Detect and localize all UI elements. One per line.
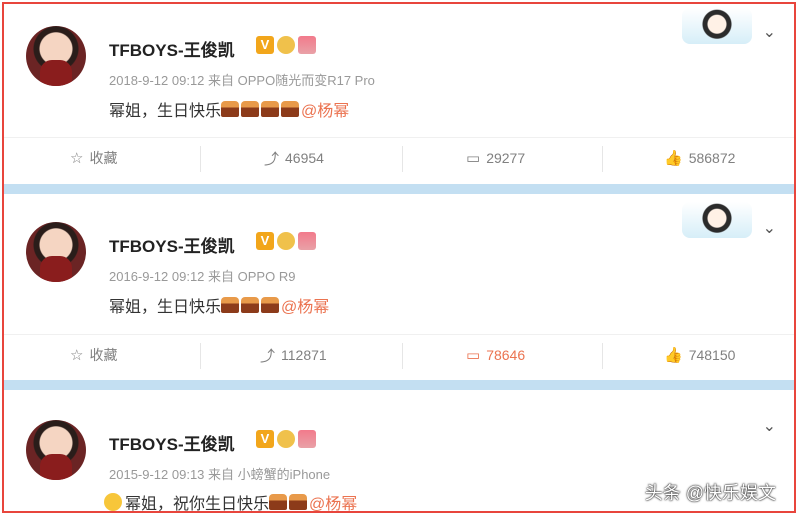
chevron-down-icon[interactable]: ⌄ xyxy=(763,22,776,42)
mention-link[interactable]: @杨幂 xyxy=(309,490,357,511)
cake-icon xyxy=(261,101,280,117)
comment-button[interactable]: ▭ 78646 xyxy=(466,335,525,375)
favorite-button[interactable]: ☆ 收藏 xyxy=(70,138,117,178)
crown-icon xyxy=(277,232,295,250)
comment-count: 29277 xyxy=(486,150,526,166)
post-text: 幂姐，生日快乐 @杨幂 xyxy=(109,293,329,317)
post-meta: 2016-9-12 09:12 来自 OPPO R9 xyxy=(109,269,296,284)
like-button[interactable]: 👍 586872 xyxy=(664,138,735,178)
cake-icon xyxy=(289,494,308,510)
comment-icon: ▭ xyxy=(466,347,481,364)
repost-button[interactable]: ⤴ 112871 xyxy=(260,335,327,375)
like-count: 586872 xyxy=(688,150,736,166)
comment-icon: ▭ xyxy=(466,150,481,167)
divider xyxy=(200,146,201,172)
star-icon: ☆ xyxy=(70,347,84,364)
member-level-icon xyxy=(298,232,316,250)
repost-count: 46954 xyxy=(285,150,324,166)
repost-button[interactable]: ⤴ 46954 xyxy=(264,138,324,178)
cake-icon xyxy=(281,101,300,117)
verified-icon: V xyxy=(256,36,274,54)
action-bar: ☆ 收藏 ⤴ 46954 ▭ 29277 👍 586872 xyxy=(4,137,794,178)
divider xyxy=(200,343,201,369)
verified-icon: V xyxy=(256,232,274,250)
like-icon: 👍 xyxy=(664,347,683,364)
cake-icon xyxy=(269,494,288,510)
post-text-content: 幂姐，生日快乐 xyxy=(109,103,222,120)
author-badges: V xyxy=(256,36,316,54)
post-text: 幂姐，祝你生日快乐 @杨幂 xyxy=(104,490,357,513)
favorite-label: 收藏 xyxy=(89,347,118,363)
weibo-post: TFBOYS-王俊凯 V ⌄ 2018-9-12 09:12 来自 OPPO随光… xyxy=(4,4,794,184)
verified-icon: V xyxy=(256,430,274,448)
avatar[interactable] xyxy=(26,222,86,282)
star-icon: ☆ xyxy=(70,150,84,167)
author-badges: V xyxy=(256,430,316,448)
card-decoration xyxy=(682,8,752,44)
crown-icon xyxy=(277,36,295,54)
member-level-icon xyxy=(298,36,316,54)
divider xyxy=(602,343,603,369)
post-text-content: 幂姐，生日快乐 xyxy=(109,299,222,316)
post-separator xyxy=(4,184,794,194)
screenshot-frame: TFBOYS-王俊凯 V ⌄ 2018-9-12 09:12 来自 OPPO随光… xyxy=(2,2,796,513)
post-meta: 2018-9-12 09:12 来自 OPPO随光而变R17 Pro xyxy=(109,73,375,88)
post-meta: 2015-9-12 09:13 来自 小螃蟹的iPhone xyxy=(109,467,331,482)
member-level-icon xyxy=(298,430,316,448)
cake-icon xyxy=(241,297,260,313)
mention-link[interactable]: @杨幂 xyxy=(301,97,349,121)
repost-icon: ⤴ xyxy=(260,347,276,365)
author-badges: V xyxy=(256,232,316,250)
repost-count: 112871 xyxy=(281,347,327,363)
chevron-down-icon[interactable]: ⌄ xyxy=(763,416,776,436)
author-name[interactable]: TFBOYS-王俊凯 xyxy=(109,232,235,257)
cake-icon xyxy=(261,297,280,313)
watermark-text: 头条 @快乐娱文 xyxy=(644,483,776,503)
divider xyxy=(402,146,403,172)
mention-link[interactable]: @杨幂 xyxy=(281,293,329,317)
favorite-button[interactable]: ☆ 收藏 xyxy=(70,335,117,375)
cake-icon xyxy=(221,297,240,313)
comment-button[interactable]: ▭ 29277 xyxy=(466,138,525,178)
divider xyxy=(402,343,403,369)
tongue-face-icon xyxy=(104,493,122,511)
avatar[interactable] xyxy=(26,420,86,480)
comment-count: 78646 xyxy=(486,347,526,363)
post-separator xyxy=(4,380,794,390)
like-icon: 👍 xyxy=(664,150,683,167)
cake-icon xyxy=(221,101,240,117)
author-name[interactable]: TFBOYS-王俊凯 xyxy=(109,430,235,455)
post-text: 幂姐，生日快乐 @杨幂 xyxy=(109,97,349,121)
chevron-down-icon[interactable]: ⌄ xyxy=(763,218,776,238)
post-text-content: 幂姐，祝你生日快乐 xyxy=(125,496,270,513)
card-decoration xyxy=(682,202,752,238)
weibo-post: TFBOYS-王俊凯 V ⌄ 2016-9-12 09:12 来自 OPPO R… xyxy=(4,194,794,380)
author-name[interactable]: TFBOYS-王俊凯 xyxy=(109,36,235,61)
avatar[interactable] xyxy=(26,26,86,86)
action-bar: ☆ 收藏 ⤴ 112871 ▭ 78646 👍 748150 xyxy=(4,334,794,375)
like-button[interactable]: 👍 748150 xyxy=(664,335,735,375)
divider xyxy=(602,146,603,172)
favorite-label: 收藏 xyxy=(89,150,118,166)
cake-icon xyxy=(241,101,260,117)
crown-icon xyxy=(277,430,295,448)
repost-icon: ⤴ xyxy=(264,150,280,168)
like-count: 748150 xyxy=(688,347,736,363)
